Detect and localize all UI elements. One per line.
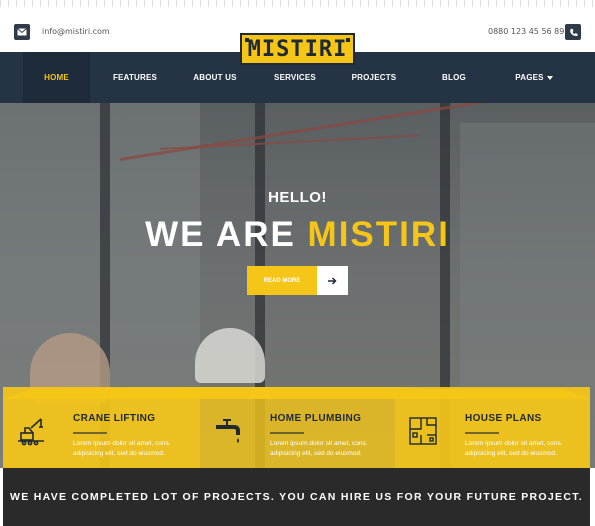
read-more-button[interactable]: READ MORE — [247, 266, 317, 295]
feature-title: CRANE LIFTING — [73, 413, 156, 424]
floor-plan-icon — [407, 415, 439, 447]
feature-title: HOME PLUMBING — [270, 413, 362, 424]
feature-band: CRANE LIFTING Lorem ipsum dolor sit amet… — [3, 387, 590, 468]
feature-title: HOUSE PLANS — [465, 413, 542, 424]
chevron-down-icon — [546, 73, 553, 82]
envelope-icon — [14, 24, 30, 40]
headline-prefix: WE ARE — [145, 215, 308, 254]
phone-icon — [565, 24, 581, 40]
email-link[interactable]: info@mistiri.com — [42, 27, 110, 36]
nav-item-label: ABOUT US — [193, 73, 237, 82]
read-more-label: READ MORE — [263, 277, 301, 284]
nav-item-label: PAGES — [515, 73, 544, 82]
headline-accent: MISTIRI — [307, 215, 450, 254]
feature-description: Lorem ipsum dolor sit amet, cons. adipis… — [270, 440, 368, 457]
ruler-decoration — [0, 0, 595, 7]
logo-text: MISTIRI — [247, 36, 348, 62]
phone-number[interactable]: 0880 123 45 56 89 — [488, 27, 564, 36]
nav-item-blog[interactable]: BLOG — [423, 52, 485, 103]
title-underline — [270, 432, 304, 434]
nav-item-about-us[interactable]: ABOUT US — [184, 52, 246, 103]
hire-us-text: WE HAVE COMPLETED LOT OF PROJECTS. YOU C… — [10, 491, 583, 503]
hero-headline: WE ARE MISTIRI — [0, 215, 595, 255]
hire-us-banner: WE HAVE COMPLETED LOT OF PROJECTS. YOU C… — [3, 468, 590, 526]
arrow-right-icon[interactable] — [317, 266, 348, 295]
feature-card-home-plumbing[interactable]: HOME PLUMBING Lorem ipsum dolor sit amet… — [200, 387, 395, 468]
feature-description: Lorem ipsum dolor sit amet, cons. adipis… — [465, 440, 563, 457]
site-logo[interactable]: MISTIRI — [240, 33, 355, 65]
nav-item-label: HOME — [44, 73, 69, 82]
nav-item-features[interactable]: FEATURES — [104, 52, 166, 103]
nav-item-label: FEATURES — [112, 73, 158, 82]
feature-card-crane-lifting[interactable]: CRANE LIFTING Lorem ipsum dolor sit amet… — [3, 387, 200, 468]
feature-card-house-plans[interactable]: HOUSE PLANS Lorem ipsum dolor sit amet, … — [395, 387, 590, 468]
feature-description: Lorem ipsum dolor sit amet, cons. adipis… — [73, 440, 171, 457]
title-underline — [465, 432, 499, 434]
nav-item-pages[interactable]: PAGES — [503, 52, 565, 103]
nav-item-label: BLOG — [442, 73, 466, 82]
nav-item-label: SERVICES — [274, 73, 316, 82]
hero-greeting: HELLO! — [268, 189, 327, 206]
nav-item-home[interactable]: HOME — [23, 52, 90, 103]
faucet-icon — [212, 415, 244, 447]
crane-icon — [15, 415, 47, 447]
title-underline — [73, 432, 107, 434]
nav-item-label: PROJECTS — [351, 73, 397, 82]
